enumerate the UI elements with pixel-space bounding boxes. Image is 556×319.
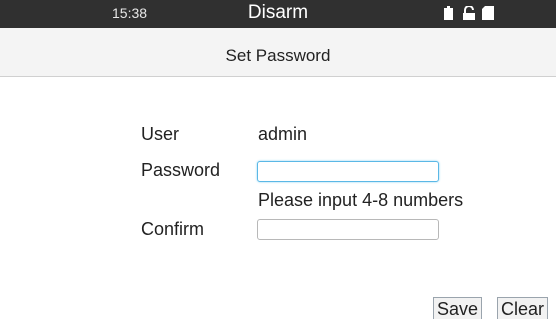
sd-card-icon xyxy=(482,6,494,25)
save-button[interactable]: Save xyxy=(433,297,483,319)
confirm-field[interactable] xyxy=(257,219,439,240)
password-label: Password xyxy=(141,160,221,180)
page-title: Set Password xyxy=(225,46,331,65)
header: Set Password xyxy=(0,28,556,77)
user-label: User xyxy=(141,124,180,144)
clear-button[interactable]: Clear xyxy=(497,297,549,319)
battery-icon xyxy=(444,6,453,25)
password-field[interactable] xyxy=(257,161,439,182)
confirm-label: Confirm xyxy=(141,219,205,239)
user-value: admin xyxy=(258,124,308,144)
password-hint: Please input 4-8 numbers xyxy=(258,190,464,210)
unlock-icon xyxy=(462,5,476,25)
status-bar: 15:38 Disarm xyxy=(0,0,556,28)
